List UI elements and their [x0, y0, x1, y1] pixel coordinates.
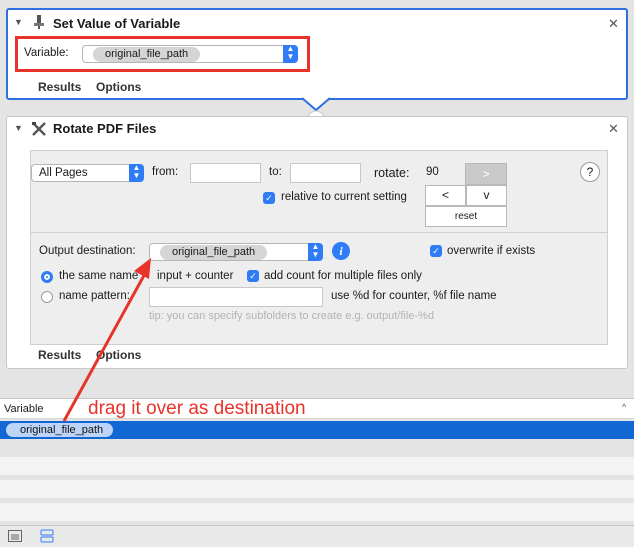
annotation-text: drag it over as destination [88, 398, 306, 419]
annotation-arrow [62, 258, 151, 422]
